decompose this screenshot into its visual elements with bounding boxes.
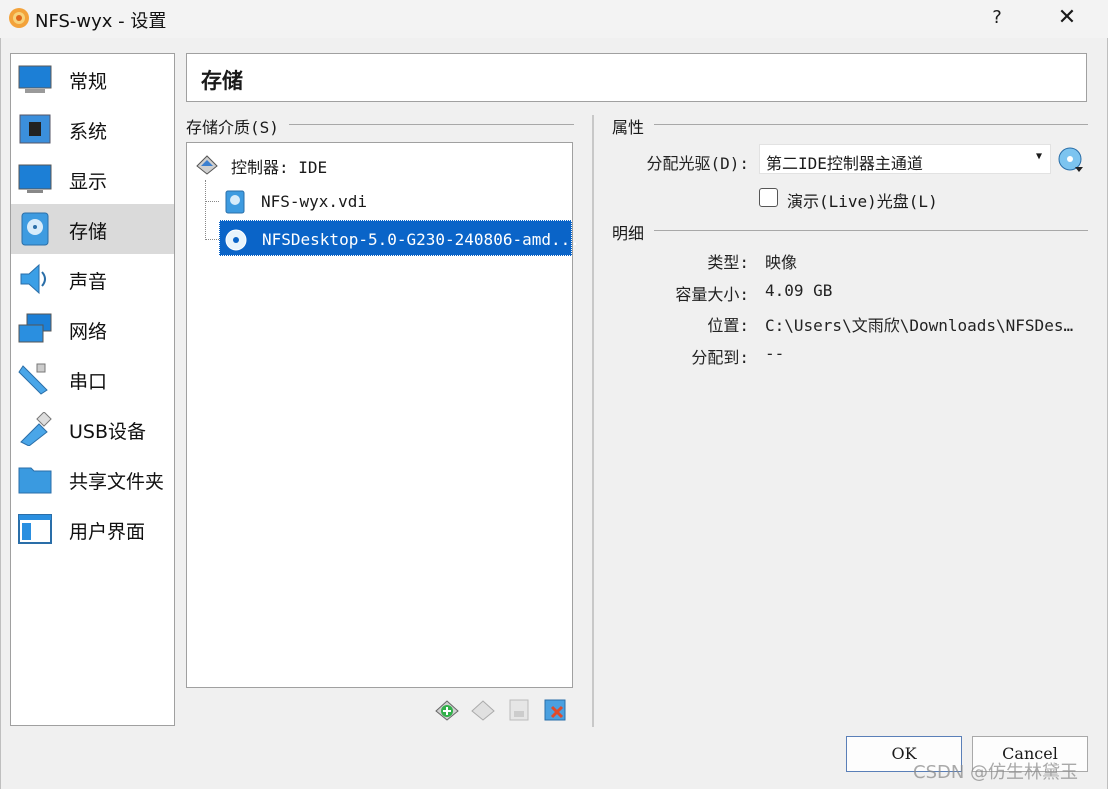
type-value: 映像 bbox=[765, 253, 798, 272]
live-cd-checkbox[interactable] bbox=[759, 188, 778, 207]
sidebar-item-label: 用户界面 bbox=[69, 521, 146, 543]
optical-disk-icon bbox=[225, 229, 247, 251]
sidebar-item-label: 声音 bbox=[69, 271, 108, 293]
sidebar-item-shared-folders[interactable]: 共享文件夹 bbox=[11, 454, 174, 504]
attached-label: 分配到: bbox=[691, 348, 749, 367]
storage-tree[interactable]: 控制器: IDE NFS-wyx.vdi NFSDesktop-5.0-G230… bbox=[186, 142, 580, 688]
location-label: 位置: bbox=[707, 316, 749, 335]
attached-value: -- bbox=[765, 344, 785, 363]
live-cd-label[interactable]: 演示(Live)光盘(L) bbox=[787, 188, 938, 212]
tree-connector bbox=[205, 239, 219, 240]
storage-icon bbox=[21, 212, 49, 246]
serial-port-icon bbox=[18, 363, 48, 395]
tree-item-label: 控制器: IDE bbox=[231, 158, 328, 177]
type-label: 类型: bbox=[707, 253, 749, 272]
storage-group-label: 存储介质(S) bbox=[186, 114, 289, 138]
sidebar-item-label: 显示 bbox=[69, 171, 108, 193]
sidebar-item-label: 共享文件夹 bbox=[69, 471, 165, 493]
sidebar-item-label: 串口 bbox=[69, 371, 108, 393]
title-bar: NFS-wyx - 设置 ? ✕ bbox=[0, 0, 1108, 38]
sidebar-item-label: 常规 bbox=[69, 71, 108, 93]
virtualbox-app-icon bbox=[9, 8, 29, 28]
usb-icon bbox=[20, 412, 52, 446]
size-label: 容量大小: bbox=[675, 285, 749, 304]
optical-drive-select[interactable]: 第二IDE控制器主通道 ▼ bbox=[759, 144, 1051, 174]
tree-item-controller[interactable]: 控制器: IDE bbox=[187, 145, 572, 181]
tree-item-label: NFSDesktop-5.0-G230-240806-amd... bbox=[262, 230, 580, 249]
sidebar-item-usb[interactable]: USB设备 bbox=[11, 404, 174, 454]
display-icon bbox=[18, 164, 52, 193]
attributes-group-line bbox=[612, 124, 1088, 125]
page-title: 存储 bbox=[201, 69, 243, 93]
panel-separator bbox=[592, 115, 594, 727]
watermark: CSDN @仿生林黛玉 bbox=[913, 762, 1079, 783]
remove-controller-icon[interactable] bbox=[470, 697, 496, 723]
drive-label: 分配光驱(D): bbox=[646, 154, 749, 173]
add-controller-icon[interactable] bbox=[434, 697, 460, 723]
sidebar-item-display[interactable]: 显示 bbox=[11, 154, 174, 204]
choose-disk-icon[interactable] bbox=[1058, 147, 1084, 173]
sidebar-item-label: USB设备 bbox=[69, 421, 147, 443]
close-button[interactable]: ✕ bbox=[1052, 4, 1082, 32]
sidebar-item-serial-port[interactable]: 串口 bbox=[11, 354, 174, 404]
chevron-down-icon: ▼ bbox=[1035, 151, 1042, 162]
window-title: NFS-wyx - 设置 bbox=[35, 11, 167, 32]
sidebar-item-label: 存储 bbox=[69, 221, 108, 243]
sidebar-item-network[interactable]: 网络 bbox=[11, 304, 174, 354]
hard-disk-icon bbox=[225, 190, 245, 214]
network-icon bbox=[18, 313, 52, 343]
attributes-group-label: 属性 bbox=[612, 114, 655, 138]
sidebar-item-system[interactable]: 系统 bbox=[11, 104, 174, 154]
page-header: 存储 bbox=[186, 53, 1087, 102]
ide-controller-icon bbox=[196, 155, 218, 175]
user-interface-icon bbox=[18, 514, 52, 544]
tree-item-optical-disk[interactable]: NFSDesktop-5.0-G230-240806-amd... bbox=[219, 220, 580, 256]
tree-item-label: NFS-wyx.vdi bbox=[261, 192, 367, 211]
audio-icon bbox=[20, 263, 46, 295]
sidebar-item-storage[interactable]: 存储 bbox=[11, 204, 174, 254]
optical-drive-value: 第二IDE控制器主通道 bbox=[766, 154, 923, 173]
details-group-line bbox=[612, 230, 1088, 231]
system-icon bbox=[19, 114, 51, 144]
tree-item-hard-disk[interactable]: NFS-wyx.vdi bbox=[187, 183, 572, 219]
sidebar-item-audio[interactable]: 声音 bbox=[11, 254, 174, 304]
size-value: 4.09 GB bbox=[765, 281, 833, 300]
add-attachment-icon[interactable] bbox=[506, 697, 532, 723]
sidebar-item-user-interface[interactable]: 用户界面 bbox=[11, 504, 174, 554]
details-group-label: 明细 bbox=[612, 220, 655, 244]
tree-connector bbox=[205, 180, 206, 240]
location-value: C:\Users\文雨欣\Downloads\NFSDes… bbox=[765, 316, 1074, 335]
help-button[interactable]: ? bbox=[985, 4, 1009, 32]
general-icon bbox=[18, 65, 52, 93]
shared-folder-icon bbox=[18, 467, 52, 494]
sidebar-item-label: 网络 bbox=[69, 321, 108, 343]
settings-sidebar: 常规 系统 显示 存储 声音 网络 串口 USB设备 共享文件夹 用户界面 bbox=[10, 53, 175, 726]
tree-connector bbox=[205, 201, 219, 202]
sidebar-item-general[interactable]: 常规 bbox=[11, 54, 174, 104]
sidebar-item-label: 系统 bbox=[69, 121, 108, 143]
remove-attachment-icon[interactable] bbox=[542, 697, 568, 723]
